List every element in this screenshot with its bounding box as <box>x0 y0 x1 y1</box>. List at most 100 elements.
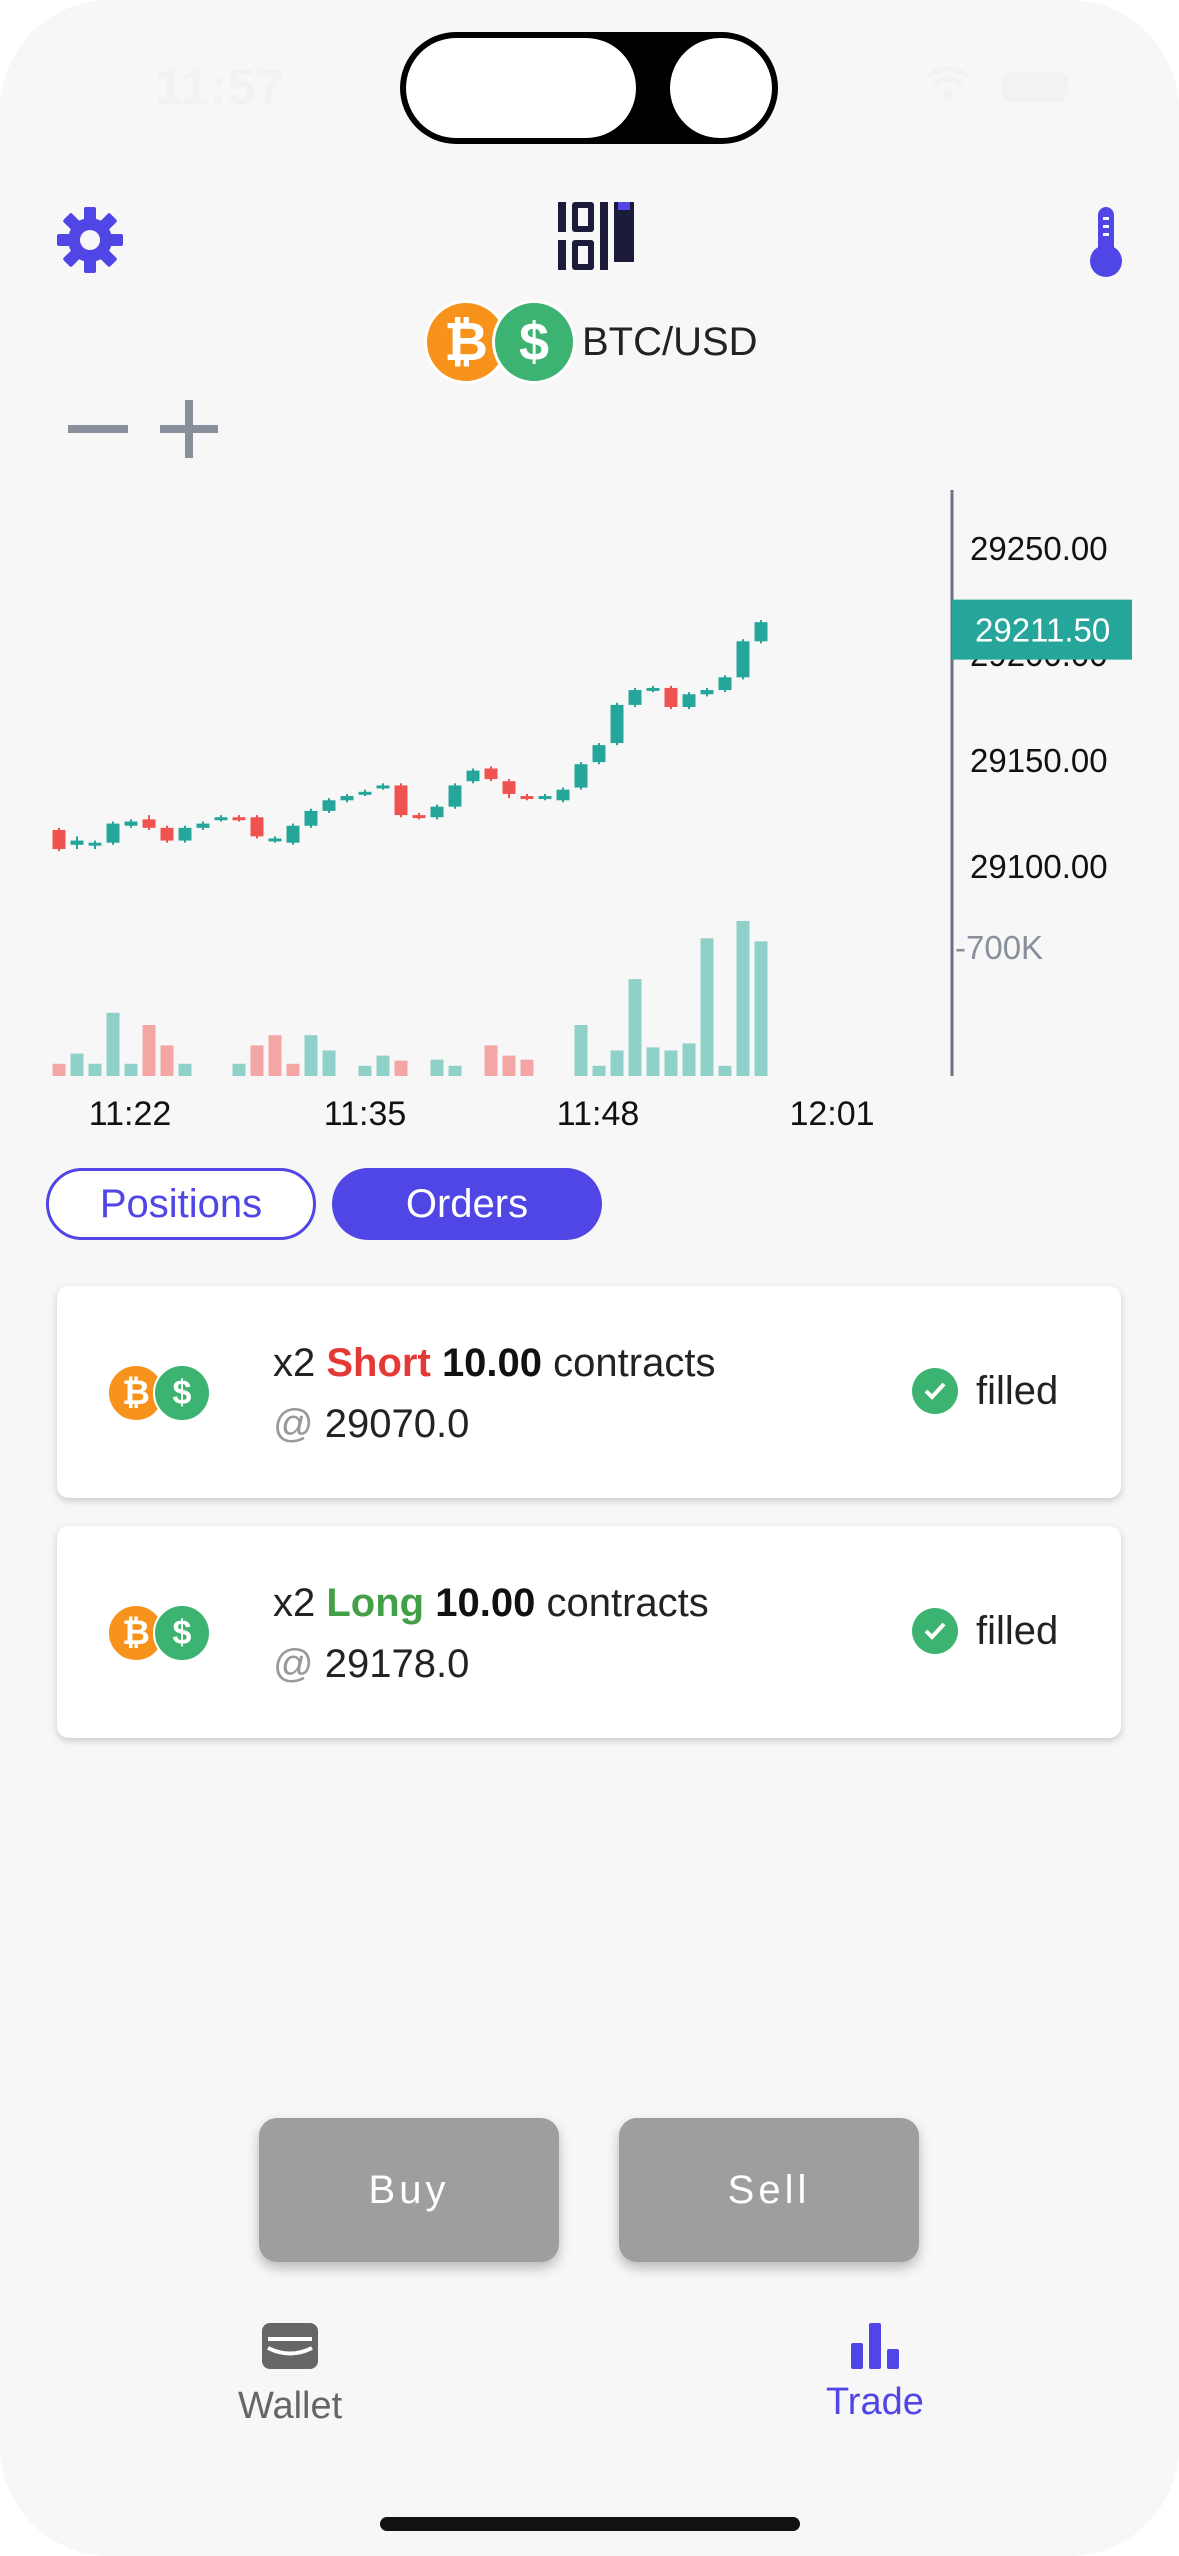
candle <box>160 827 174 841</box>
candle <box>268 838 282 842</box>
x-tick-label: 12:01 <box>789 1095 874 1133</box>
order-card[interactable]: ₿ $ x2 Long 10.00 contracts @ 29178.0 fi… <box>57 1526 1121 1738</box>
order-side: Long <box>326 1581 425 1625</box>
candle <box>754 622 768 642</box>
order-status-label: filled <box>976 1368 1059 1413</box>
volume-bar <box>88 1063 102 1076</box>
volume-bar <box>646 1047 660 1076</box>
volume-bar <box>160 1045 174 1076</box>
app-logo <box>558 202 634 270</box>
y-tick-label: 29150.00 <box>970 742 1108 779</box>
volume-bar <box>700 938 714 1076</box>
volume-bar <box>520 1059 534 1076</box>
order-side: Short <box>326 1341 431 1385</box>
order-status-label: filled <box>976 1608 1059 1653</box>
order-status: filled <box>912 1608 1058 1654</box>
order-summary: x2 Short 10.00 contracts <box>273 1341 715 1386</box>
trading-pair[interactable]: ₿ $ BTC/USD <box>424 298 758 386</box>
dollar-icon: $ <box>153 1604 211 1662</box>
nav-wallet[interactable]: Wallet <box>238 2321 342 2428</box>
volume-bar <box>448 1065 462 1076</box>
volume-bar <box>250 1045 264 1076</box>
dollar-icon: $ <box>153 1364 211 1422</box>
volume-bar <box>574 1025 588 1076</box>
zoom-in-icon-stem <box>185 400 193 458</box>
phone-screen: 11:57 ₿ $ BTC/USD 29250.00 29150.00 2910… <box>0 0 1179 2556</box>
volume-bar <box>268 1035 282 1076</box>
dollar-icon: $ <box>492 300 576 384</box>
candle <box>574 764 588 788</box>
volume-bar <box>628 979 642 1076</box>
candle <box>196 823 210 828</box>
order-unit: contracts <box>546 1581 709 1625</box>
candle <box>178 827 192 841</box>
volume-bar <box>394 1060 408 1076</box>
candle <box>700 690 714 695</box>
candle <box>232 817 246 821</box>
current-price-label: 29211.50 <box>975 612 1110 649</box>
volume-bar <box>376 1055 390 1076</box>
buy-button[interactable]: Buy <box>259 2118 559 2262</box>
volume-bar <box>430 1059 444 1076</box>
price-chart[interactable]: 29250.0029200.0029150.0029100.0029211.50… <box>0 480 1179 1140</box>
volume-bar <box>610 1050 624 1076</box>
order-pair-icons: ₿ $ <box>107 1364 211 1422</box>
candle <box>466 770 480 782</box>
wallet-icon <box>262 2323 319 2369</box>
candle <box>556 789 570 801</box>
check-circle-icon <box>912 1608 958 1654</box>
candle <box>214 817 228 821</box>
order-price: 29070.0 <box>324 1402 470 1446</box>
tab-orders[interactable]: Orders <box>332 1168 602 1240</box>
sell-button[interactable]: Sell <box>619 2118 919 2262</box>
volume-bar <box>178 1063 192 1076</box>
wifi-icon <box>926 66 970 100</box>
candle <box>412 815 426 819</box>
order-price: 29178.0 <box>324 1642 470 1686</box>
candle <box>286 825 300 843</box>
order-price-line: @ 29178.0 <box>273 1642 469 1687</box>
candle <box>304 810 318 826</box>
pair-label: BTC/USD <box>582 319 758 364</box>
x-tick-label: 11:35 <box>324 1095 407 1133</box>
candle <box>628 690 642 705</box>
candle <box>322 800 336 811</box>
tab-positions[interactable]: Positions <box>46 1168 316 1240</box>
volume-bar <box>304 1035 318 1076</box>
candle <box>70 840 84 845</box>
volume-bar <box>718 1065 732 1076</box>
candle <box>358 791 372 795</box>
nav-trade[interactable]: Trade <box>826 2321 924 2424</box>
volume-bar <box>682 1043 696 1076</box>
candle <box>124 821 138 826</box>
volume-bar <box>502 1055 516 1076</box>
volume-bar <box>736 920 750 1076</box>
order-unit: contracts <box>553 1341 716 1385</box>
check-circle-icon <box>912 1368 958 1414</box>
volume-bar <box>124 1063 138 1076</box>
candle <box>88 842 102 846</box>
candle <box>520 796 534 800</box>
settings-gear-icon[interactable] <box>55 205 125 275</box>
candle <box>52 829 66 850</box>
nav-wallet-label: Wallet <box>238 2385 343 2427</box>
candle <box>340 796 354 801</box>
view-tabs: Positions Orders <box>46 1168 602 1240</box>
order-card[interactable]: ₿ $ x2 Short 10.00 contracts @ 29070.0 f… <box>57 1286 1121 1498</box>
order-at-symbol: @ <box>273 1642 314 1686</box>
volume-bar <box>232 1063 246 1076</box>
order-pair-icons: ₿ $ <box>107 1604 211 1662</box>
candle <box>448 785 462 807</box>
candle <box>682 694 696 707</box>
candle <box>142 819 156 828</box>
candle <box>430 806 444 818</box>
candle <box>718 677 732 691</box>
candle <box>610 704 624 744</box>
x-tick-label: 11:22 <box>89 1095 172 1133</box>
candle <box>592 745 606 763</box>
volume-bar <box>142 1025 156 1076</box>
volume-bar <box>322 1050 336 1076</box>
candle <box>394 785 408 816</box>
thermometer-icon[interactable] <box>1088 205 1124 279</box>
battery-icon <box>1002 72 1068 102</box>
